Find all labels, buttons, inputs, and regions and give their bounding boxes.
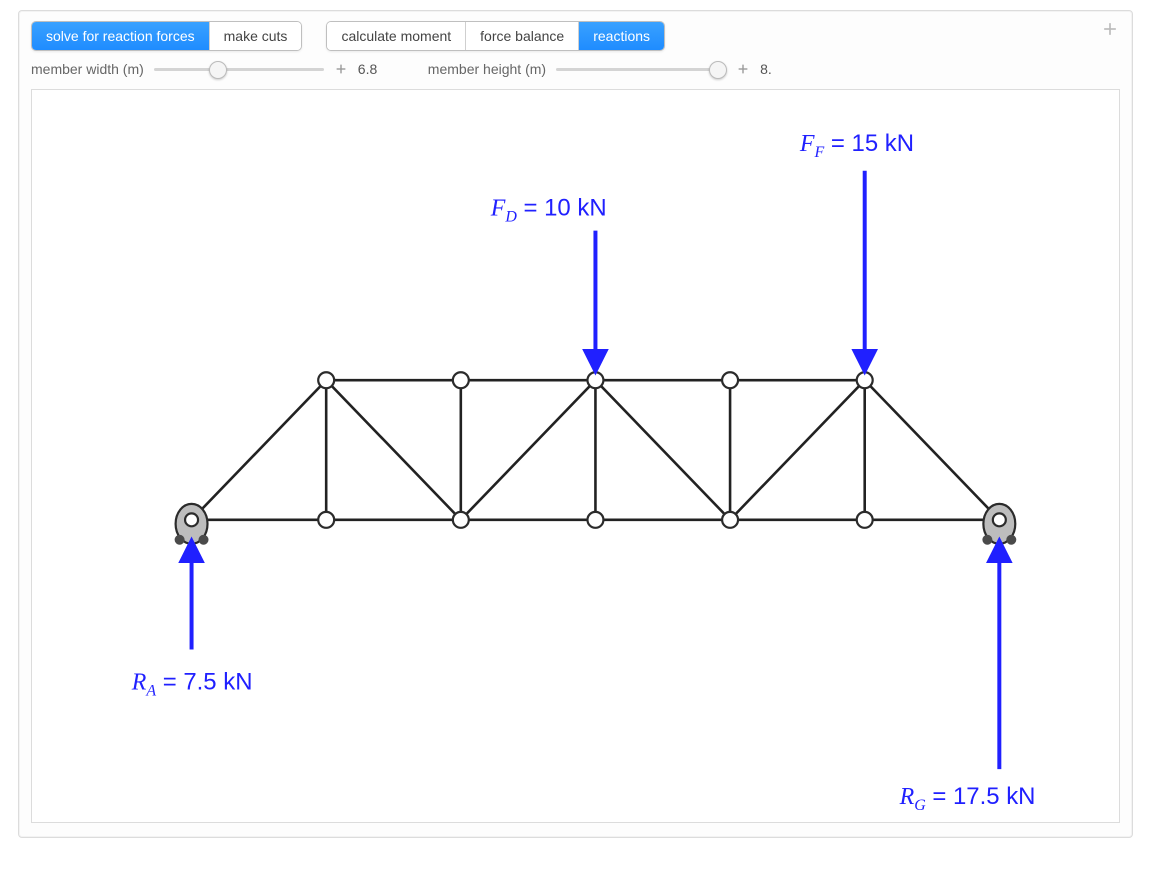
FD-var: F xyxy=(490,196,506,222)
RA-var: R xyxy=(131,669,147,695)
member-width-slider[interactable] xyxy=(154,61,324,77)
btn-force-balance[interactable]: force balance xyxy=(466,22,579,50)
truss xyxy=(192,380,1000,520)
svg-text:RA = 7.5 kN: RA = 7.5 kN xyxy=(131,668,253,699)
svg-text:FF = 15 kN: FF = 15 kN xyxy=(799,130,914,161)
FD-rest: = 10 kN xyxy=(517,195,607,222)
support-G xyxy=(982,504,1016,545)
force-FF: FF = 15 kN xyxy=(799,130,914,362)
member-height-slider[interactable] xyxy=(556,61,726,77)
RA-sub: A xyxy=(145,682,156,699)
FF-var: F xyxy=(799,131,815,157)
member-height-value: 8. xyxy=(760,61,790,77)
member-width-thumb[interactable] xyxy=(209,61,227,79)
support-A xyxy=(175,504,209,545)
truss-canvas: FD = 10 kN FF = 15 kN RA = 7.5 kN RG = 1… xyxy=(31,89,1120,823)
RA-rest: = 7.5 kN xyxy=(156,668,252,695)
svg-text:RG = 17.5 kN: RG = 17.5 kN xyxy=(899,783,1036,814)
FF-rest: = 15 kN xyxy=(824,130,914,157)
svg-text:FD = 10 kN: FD = 10 kN xyxy=(490,195,607,226)
btn-make-cuts[interactable]: make cuts xyxy=(210,22,302,50)
step-group: calculate moment force balance reactions xyxy=(326,21,665,51)
member-width-label: member width (m) xyxy=(31,61,144,77)
expand-icon[interactable] xyxy=(736,62,750,76)
expand-icon[interactable] xyxy=(334,62,348,76)
btn-solve-reaction-forces[interactable]: solve for reaction forces xyxy=(32,22,210,50)
RG-rest: = 17.5 kN xyxy=(926,783,1036,810)
expand-panel-icon[interactable] xyxy=(1100,19,1120,39)
RG-var: R xyxy=(899,784,915,810)
member-width-block: member width (m) 6.8 xyxy=(31,61,388,77)
member-height-thumb[interactable] xyxy=(709,61,727,79)
solve-mode-group: solve for reaction forces make cuts xyxy=(31,21,302,51)
btn-calculate-moment[interactable]: calculate moment xyxy=(327,22,466,50)
control-panel: solve for reaction forces make cuts calc… xyxy=(18,10,1133,838)
reaction-RG: RG = 17.5 kN xyxy=(899,550,1036,814)
mode-row: solve for reaction forces make cuts calc… xyxy=(31,21,1120,51)
btn-reactions[interactable]: reactions xyxy=(579,22,664,50)
slider-row: member width (m) 6.8 member height (m) xyxy=(31,61,1120,77)
member-height-label: member height (m) xyxy=(428,61,546,77)
FF-sub: F xyxy=(814,144,825,161)
member-height-block: member height (m) 8. xyxy=(428,61,790,77)
member-width-value: 6.8 xyxy=(358,61,388,77)
force-FD: FD = 10 kN xyxy=(490,195,607,363)
FD-sub: D xyxy=(504,209,517,226)
RG-sub: G xyxy=(914,797,926,814)
reaction-RA: RA = 7.5 kN xyxy=(131,550,253,700)
